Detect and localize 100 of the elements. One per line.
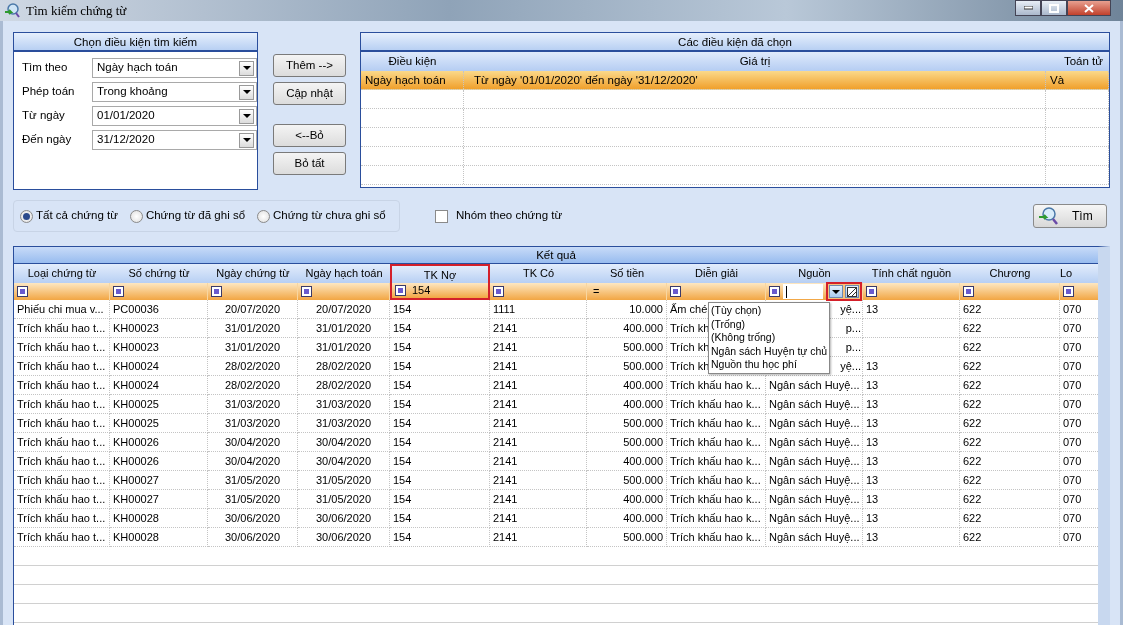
radio-option[interactable]: Chứng từ chưa ghi sổ [257,207,386,225]
column-header[interactable]: Loại chứng từ [14,264,110,283]
table-cell: 070 [1060,300,1098,319]
filter-icon[interactable] [670,286,681,297]
table-cell: 30/04/2020 [208,433,298,452]
radio-option[interactable]: Tất cả chứng từ [20,207,118,225]
column-header[interactable]: Diễn giải [667,264,766,283]
column-header[interactable]: TK Có [490,264,587,283]
action-button[interactable]: Cập nhật [273,82,346,105]
table-cell: 154 [390,490,490,509]
column-header[interactable]: Tính chất nguồn [863,264,960,283]
table-cell: 070 [1060,395,1098,414]
filter-icon[interactable] [866,286,877,297]
minimize-button[interactable] [1015,0,1041,16]
filter-icon[interactable] [113,286,124,297]
filter-icon[interactable] [301,286,312,297]
search-button[interactable]: Tìm [1033,204,1107,228]
window-title: Tìm kiếm chứng từ [26,1,127,20]
table-cell: KH00028 [110,509,208,528]
table-cell: Ngân sách Huyệ... [766,414,863,433]
table-cell: 30/06/2020 [208,509,298,528]
table-cell: 2141 [490,471,587,490]
combo-field[interactable]: 01/01/2020 [92,106,257,126]
column-header[interactable]: Số chứng từ [110,264,208,283]
table-cell: 1111 [490,300,587,319]
table-cell: 13 [863,471,960,490]
table-cell: 30/04/2020 [298,433,390,452]
column-header[interactable]: Nguồn [766,264,863,283]
filter-icon[interactable] [493,286,504,297]
table-cell: 070 [1060,433,1098,452]
table-cell: 070 [1060,357,1098,376]
table-cell: 154 [390,376,490,395]
table-cell: 13 [863,376,960,395]
field-label: Phép toán [22,84,76,100]
column-header[interactable]: Lo [1060,264,1098,283]
radio-option[interactable]: Chứng từ đã ghi sổ [129,207,246,225]
clear-filter-icon [847,286,857,297]
filter-icon[interactable] [211,286,222,297]
filter-icon[interactable] [395,285,406,296]
group-checkbox[interactable]: Nhóm theo chứng từ [435,207,563,225]
table-cell: KH00024 [110,357,208,376]
table-cell: Trích khấu hao t... [14,490,110,509]
table-cell: 2141 [490,376,587,395]
radio-button[interactable] [257,209,271,223]
table-cell: 2141 [490,414,587,433]
filter-icon[interactable] [1063,286,1074,297]
action-button[interactable]: <--Bỏ [273,124,346,147]
combo-field[interactable]: Trong khoảng [92,82,257,102]
table-cell: 154 [390,509,490,528]
table-cell: 070 [1060,319,1098,338]
table-cell: 13 [863,509,960,528]
radio-button[interactable] [129,209,143,223]
condition-row[interactable]: Ngày hạch toán Từ ngày '01/01/2020' đến ngày '31/12/2020' Và [361,71,1109,90]
table-cell: 622 [960,471,1060,490]
table-cell: 154 [390,395,490,414]
table-cell: Trích khấu hao k... [667,433,766,452]
table-cell: 31/03/2020 [208,414,298,433]
checkbox[interactable] [435,209,448,223]
maximize-button[interactable] [1041,0,1067,16]
table-cell: 2141 [490,490,587,509]
dropdown-button[interactable] [239,132,254,148]
table-cell: Trích khấu hao k... [667,490,766,509]
filter-icon[interactable] [963,286,974,297]
table-cell: 400.000 [587,376,667,395]
radio-button[interactable] [20,209,33,223]
table-cell: 13 [863,452,960,471]
table-cell: 13 [863,433,960,452]
field-label: Đến ngày [22,132,73,148]
table-cell: Trích khấu hao t... [14,452,110,471]
dropdown-button[interactable] [829,285,843,298]
dropdown-button[interactable] [239,84,254,100]
filter-value[interactable]: 154 [412,282,431,299]
column-header[interactable]: TK Nợ [390,264,490,283]
filter-icon[interactable] [17,286,28,297]
combo-field[interactable]: 31/12/2020 [92,130,257,150]
column-header[interactable]: Số tiền [587,264,667,283]
column-header[interactable]: Ngày hạch toán [298,264,390,283]
close-icon [1084,3,1094,13]
table-cell: 28/02/2020 [208,376,298,395]
action-button[interactable]: Thêm --> [273,54,346,77]
table-cell: 31/01/2020 [298,338,390,357]
panel-title: Chọn điều kiện tìm kiếm [14,33,257,52]
table-cell: 400.000 [587,452,667,471]
table-cell: 31/05/2020 [298,471,390,490]
filter-input[interactable] [783,284,823,299]
combo-field[interactable]: Ngày hạch toán [92,58,257,78]
table-cell: 13 [863,357,960,376]
column-header[interactable]: Chương [960,264,1060,283]
close-button[interactable] [1067,0,1111,16]
dropdown-button[interactable] [239,108,254,124]
table-cell: 154 [390,300,490,319]
action-button[interactable]: Bỏ tất [273,152,346,175]
column-header[interactable]: Ngày chứng từ [208,264,298,283]
dropdown-button[interactable] [239,60,254,76]
clear-filter-button[interactable] [845,285,859,298]
table-cell: Ngân sách Huyệ... [766,376,863,395]
filter-icon[interactable] [769,286,780,297]
table-cell: 30/04/2020 [208,452,298,471]
table-cell: 154 [390,338,490,357]
filter-operator[interactable]: = [593,283,600,300]
